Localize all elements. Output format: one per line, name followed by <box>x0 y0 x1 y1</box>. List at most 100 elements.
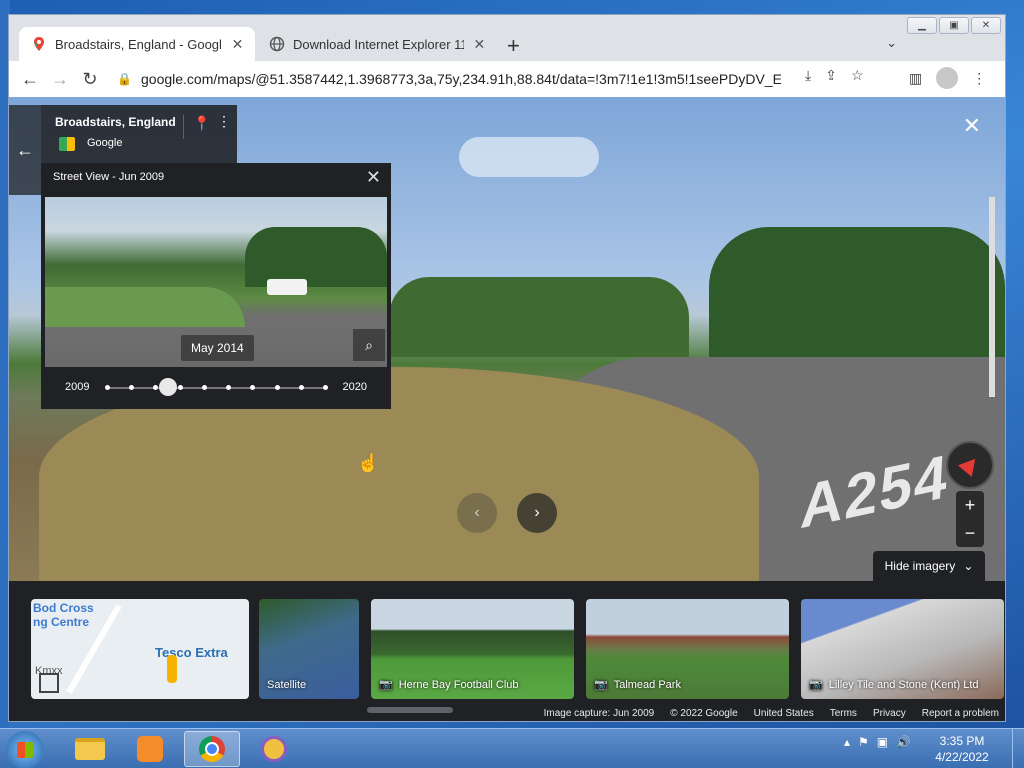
new-tab-icon[interactable]: + <box>507 33 520 59</box>
timeline-stop[interactable] <box>274 385 280 390</box>
zoom-preview-icon[interactable]: ⌕ <box>353 329 385 361</box>
card-label: Lilley Tile and Stone (Kent) Ltd <box>828 678 979 691</box>
lamp-pole <box>989 197 995 397</box>
close-street-view-icon[interactable]: ✕ <box>963 113 981 139</box>
timeline-stop[interactable] <box>298 385 304 390</box>
start-button[interactable] <box>6 731 44 768</box>
next-arrow-icon[interactable]: › <box>517 493 557 533</box>
side-panel-icon[interactable]: ▥ <box>909 70 922 87</box>
folder-icon <box>75 738 105 760</box>
photo-card[interactable]: 📷 Talmead Park <box>586 599 789 699</box>
timeline-stop[interactable] <box>323 385 328 390</box>
action-center-icon[interactable]: ⚑ <box>858 735 869 749</box>
place-source: Google <box>87 137 123 149</box>
back-arrow-icon[interactable]: ← <box>15 69 45 90</box>
selected-date-badge: May 2014 <box>181 335 254 361</box>
map-label-a: Bod Cross ng Centre <box>33 601 94 629</box>
taskbar-explorer[interactable] <box>62 731 118 767</box>
time-machine-header: ⟲▴ Street View - Jun 2009 <box>53 171 164 183</box>
globe-icon <box>269 36 285 52</box>
hand-cursor-icon: ☝ <box>357 453 380 473</box>
close-time-machine-icon[interactable]: ✕ <box>366 167 381 188</box>
report-problem-link[interactable]: Report a problem <box>922 708 999 719</box>
zoom-out-button[interactable]: − <box>956 519 984 547</box>
tray-expand-icon[interactable]: ▴ <box>844 735 850 749</box>
timeline-stop[interactable] <box>153 385 159 390</box>
reload-icon[interactable]: ↻ <box>75 69 105 90</box>
browser-window: ▁ ▣ ✕ Broadstairs, England - Google Maps… <box>8 14 1006 722</box>
tab-close-icon[interactable]: ✕ <box>230 36 245 53</box>
taskbar-chrome[interactable] <box>184 731 240 767</box>
street-view-panorama[interactable]: A254 ← Broadstairs, England Google 📍 ⋮ ✕… <box>9 97 1005 581</box>
timeline-stop[interactable] <box>177 385 183 390</box>
more-options-icon[interactable]: ⋮ <box>217 113 231 130</box>
google-contributor-icon <box>59 137 75 151</box>
place-name: Broadstairs, England <box>55 115 176 129</box>
volume-icon[interactable]: 🔊 <box>896 735 911 749</box>
card-label: Herne Bay Football Club <box>398 678 519 691</box>
photo-card[interactable]: 📷 Herne Bay Football Club <box>371 599 574 699</box>
toolbar-right-actions: ▥ ⋮ <box>909 67 986 89</box>
satellite-card[interactable]: Satellite <box>259 599 359 699</box>
photo-card[interactable]: 📷 Lilley Tile and Stone (Kent) Ltd <box>801 599 1004 699</box>
map-label-text: ng Centre <box>33 615 90 629</box>
tab-ie-download[interactable]: Download Internet Explorer 11 for Window… <box>257 27 497 61</box>
back-to-map-icon[interactable]: ← <box>9 105 41 195</box>
history-clock-icon[interactable]: ⟲▴ <box>983 175 1005 191</box>
menu-kebab-icon[interactable]: ⋮ <box>972 70 986 87</box>
tab-maps[interactable]: Broadstairs, England - Google Maps ✕ <box>19 27 255 61</box>
compass-icon[interactable] <box>946 441 994 489</box>
camera-icon: 📷 <box>809 679 823 691</box>
expand-map-icon[interactable] <box>39 673 59 693</box>
camera-icon: 📷 <box>594 679 608 691</box>
compass-needle <box>957 453 983 477</box>
profile-avatar[interactable] <box>936 67 959 89</box>
windows-logo-icon <box>17 742 33 758</box>
timeline-thumb[interactable] <box>159 378 177 396</box>
region-link[interactable]: United States <box>754 708 814 719</box>
forward-arrow-icon[interactable]: → <box>45 69 75 90</box>
timeline-track[interactable] <box>107 387 325 389</box>
timeline-stop[interactable] <box>250 385 256 390</box>
double-chevron-down-icon: ⌄ <box>963 559 974 573</box>
copyright-text: © 2022 Google <box>670 708 738 719</box>
tab-close-icon[interactable]: ✕ <box>472 36 487 53</box>
address-url[interactable]: google.com/maps/@51.3587442,1.3968773,3a… <box>141 71 781 87</box>
strip-scrollbar[interactable] <box>367 707 453 713</box>
timeline-stop[interactable] <box>201 385 207 390</box>
share-icon[interactable]: ⇪ <box>825 67 837 84</box>
timeline-stop[interactable] <box>226 385 232 390</box>
tab-strip: Broadstairs, England - Google Maps ✕ Dow… <box>9 27 1005 61</box>
maps-pin-icon <box>34 37 44 51</box>
timeline-stop[interactable] <box>105 385 110 390</box>
cloud <box>459 137 599 177</box>
bookmark-star-icon[interactable]: ☆ <box>851 67 864 84</box>
year-end-label: 2020 <box>342 381 367 393</box>
address-bar[interactable]: 🔒 google.com/maps/@51.3587442,1.3968773,… <box>117 64 837 94</box>
show-desktop-button[interactable] <box>1012 729 1024 768</box>
taskbar-keepass[interactable] <box>246 731 302 767</box>
taskbar-media-player[interactable] <box>122 731 178 767</box>
chevron-down-icon[interactable]: ⌄ <box>886 35 897 51</box>
preview-trees <box>245 227 387 287</box>
card-caption: 📷 Talmead Park <box>594 678 681 692</box>
install-icon[interactable]: ⤓ <box>805 67 811 84</box>
image-capture-text: Image capture: Jun 2009 <box>543 708 655 719</box>
lock-icon: 🔒 <box>117 72 132 86</box>
hide-imagery-button[interactable]: Hide imagery ⌄ <box>873 551 985 581</box>
terms-link[interactable]: Terms <box>830 708 857 719</box>
zoom-in-button[interactable]: + <box>956 491 984 519</box>
map-thumbnail-card[interactable]: Bod Cross ng Centre Tesco Extra Kmxx <box>31 599 249 699</box>
chrome-icon <box>199 736 225 762</box>
location-pin-icon[interactable]: 📍 <box>193 115 210 132</box>
privacy-link[interactable]: Privacy <box>873 708 906 719</box>
taskbar-clock[interactable]: 3:35 PM 4/22/2022 <box>930 733 994 765</box>
prev-arrow-icon[interactable]: ‹ <box>457 493 497 533</box>
card-caption: Satellite <box>267 679 306 691</box>
card-label: Talmead Park <box>613 678 681 691</box>
timeline-stop[interactable] <box>129 385 135 390</box>
year-start-label: 2009 <box>65 381 90 393</box>
place-card: Broadstairs, England Google 📍 ⋮ <box>41 105 237 163</box>
network-icon[interactable]: ▣ <box>877 735 888 749</box>
omnibox-actions: ⤓ ⇪ ☆ <box>805 67 864 84</box>
